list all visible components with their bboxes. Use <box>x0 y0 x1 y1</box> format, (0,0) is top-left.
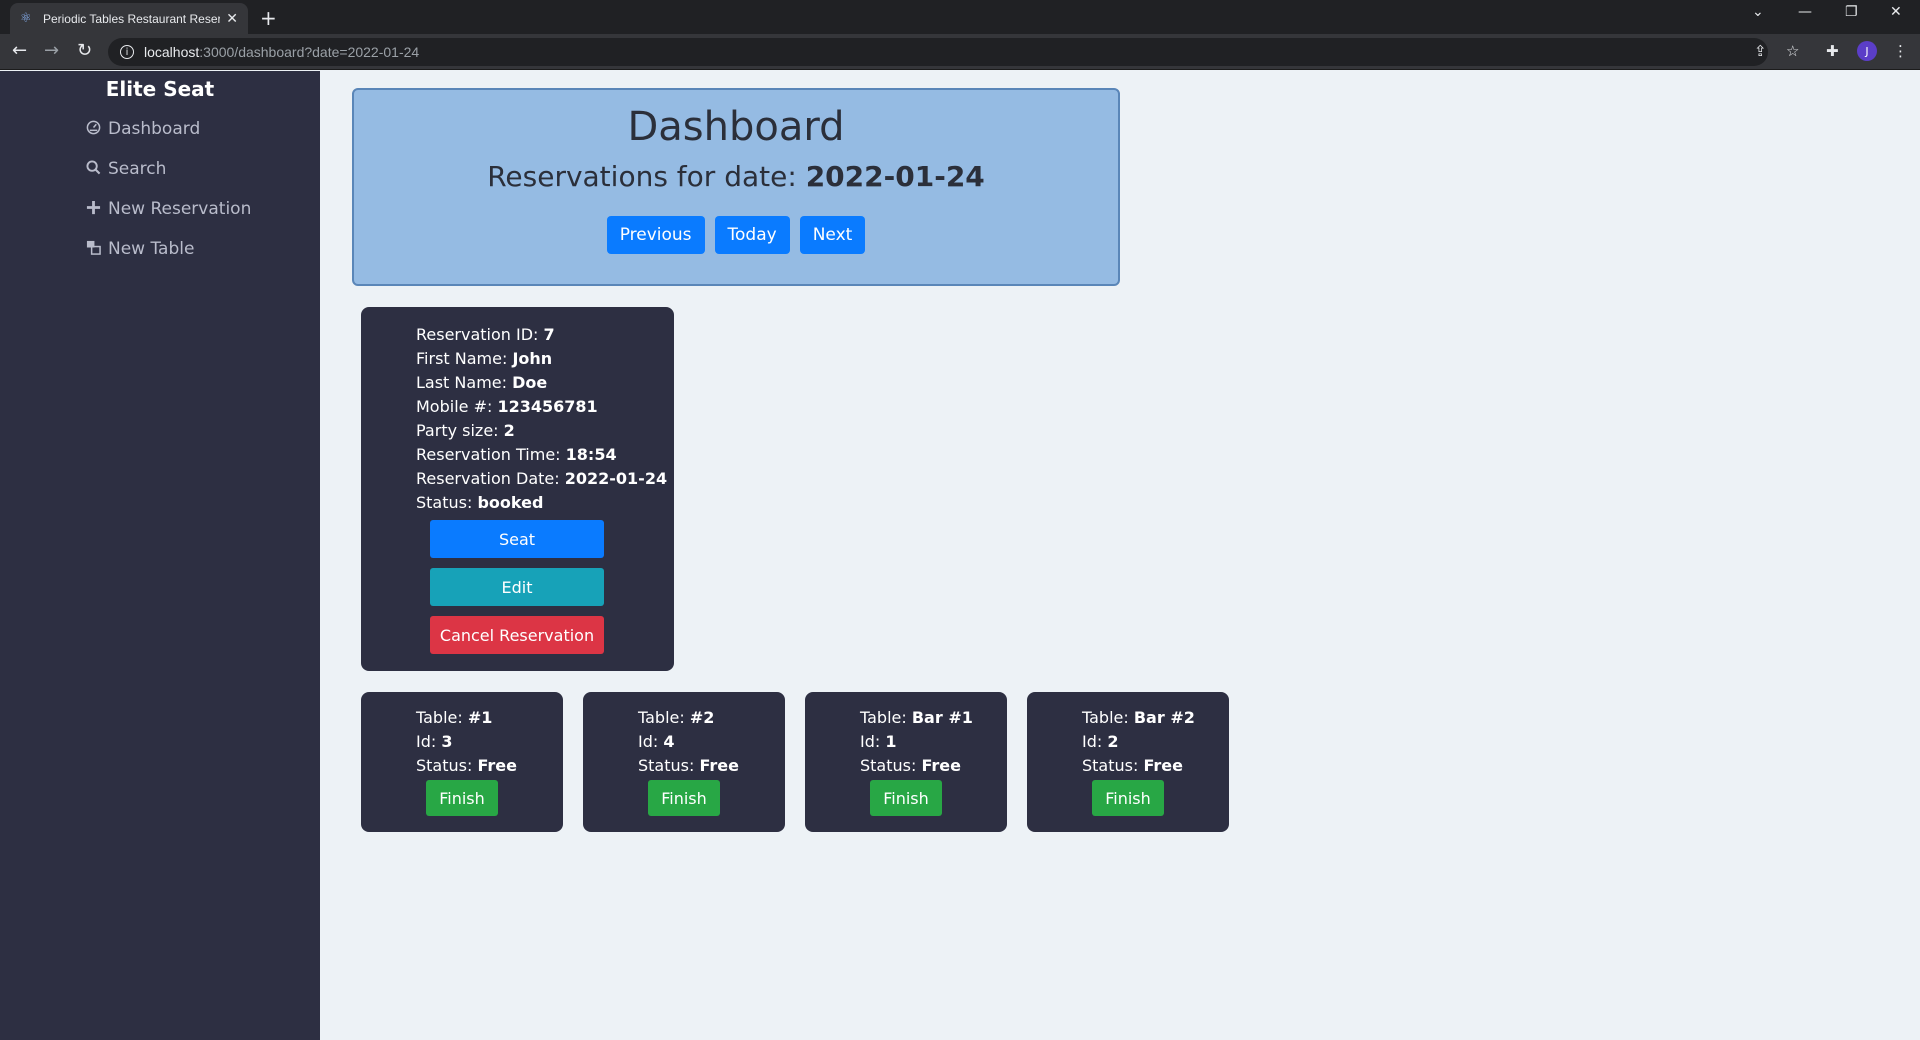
new-tab-icon[interactable]: + <box>260 6 277 30</box>
close-window-icon[interactable]: ✕ <box>1890 4 1902 20</box>
table-id-row: Id: 1 <box>860 732 897 751</box>
table-status-row: Status: Free <box>416 756 517 775</box>
close-tab-icon[interactable]: ✕ <box>226 11 238 27</box>
finish-button[interactable]: Finish <box>426 780 498 816</box>
bookmark-star-icon[interactable]: ☆ <box>1786 42 1799 60</box>
reservations-date-heading: Reservations for date: 2022-01-24 <box>487 160 985 193</box>
extensions-icon[interactable]: ✚ <box>1826 42 1839 60</box>
menu-icon[interactable]: ⋮ <box>1893 42 1908 60</box>
reservation-card: Reservation ID: 7 First Name: John Last … <box>361 307 674 671</box>
reload-icon[interactable]: ↻ <box>77 40 92 61</box>
table-status-row: Status: Free <box>860 756 961 775</box>
address-bar[interactable]: i localhost:3000/dashboard?date=2022-01-… <box>108 38 1768 66</box>
share-icon[interactable]: ⇪ <box>1754 42 1767 60</box>
table-id-row: Id: 3 <box>416 732 453 751</box>
reservation-details: Reservation ID: 7 First Name: John Last … <box>416 323 667 515</box>
table-details: Table: #1 Id: 3 Status: Free <box>416 706 517 778</box>
today-button[interactable]: Today <box>714 216 790 254</box>
app-page: Elite Seat Dashboard Search New Reservat… <box>0 71 1920 1040</box>
table-id-row: Id: 2 <box>1082 732 1119 751</box>
sidebar-item-label: Search <box>108 159 167 179</box>
tab-search-icon[interactable]: ⌄ <box>1752 4 1764 20</box>
search-icon <box>84 159 102 179</box>
table-status-row: Status: Free <box>638 756 739 775</box>
next-button[interactable]: Next <box>799 216 866 254</box>
url-text: localhost:3000/dashboard?date=2022-01-24 <box>144 44 420 60</box>
table-name-row: Table: Bar #2 <box>1082 708 1195 727</box>
party-size-row: Party size: 2 <box>416 421 515 440</box>
sidebar-item-new-reservation[interactable]: New Reservation <box>84 199 251 219</box>
table-card: Table: #1 Id: 3 Status: Free Finish <box>361 692 563 832</box>
table-name-row: Table: #1 <box>416 708 493 727</box>
status-badge: booked <box>477 493 544 512</box>
plus-icon <box>84 200 102 219</box>
finish-button[interactable]: Finish <box>648 780 720 816</box>
finish-button[interactable]: Finish <box>1092 780 1164 816</box>
table-details: Table: Bar #1 Id: 1 Status: Free <box>860 706 973 778</box>
react-favicon-icon: ⚛ <box>20 10 32 26</box>
sidebar-item-label: Dashboard <box>108 119 201 139</box>
restore-icon[interactable]: ❐ <box>1845 4 1858 20</box>
browser-tabstrip: ⚛ Periodic Tables Restaurant Reservation… <box>0 0 1920 34</box>
brand-title: Elite Seat <box>105 77 215 101</box>
table-details: Table: #2 Id: 4 Status: Free <box>638 706 739 778</box>
edit-button[interactable]: Edit <box>430 568 604 606</box>
back-icon[interactable]: ← <box>12 40 27 61</box>
table-status-row: Status: Free <box>1082 756 1183 775</box>
seat-button[interactable]: Seat <box>430 520 604 558</box>
table-name-row: Table: #2 <box>638 708 715 727</box>
sidebar-item-search[interactable]: Search <box>84 159 166 179</box>
sidebar-item-dashboard[interactable]: Dashboard <box>84 119 200 139</box>
table-card: Table: #2 Id: 4 Status: Free Finish <box>583 692 785 832</box>
table-card: Table: Bar #2 Id: 2 Status: Free Finish <box>1027 692 1229 832</box>
table-card: Table: Bar #1 Id: 1 Status: Free Finish <box>805 692 1007 832</box>
browser-toolbar: ← → ↻ i localhost:3000/dashboard?date=20… <box>0 34 1920 70</box>
site-info-icon[interactable]: i <box>120 45 134 59</box>
status-row: Status: booked <box>416 493 544 512</box>
table-name-row: Table: Bar #1 <box>860 708 973 727</box>
table-id-row: Id: 4 <box>638 732 675 751</box>
reservation-time-row: Reservation Time: 18:54 <box>416 445 617 464</box>
table-details: Table: Bar #2 Id: 2 Status: Free <box>1082 706 1195 778</box>
profile-avatar[interactable]: J <box>1857 41 1877 61</box>
main-content: Dashboard Reservations for date: 2022-01… <box>320 71 1920 1040</box>
current-date: 2022-01-24 <box>805 160 985 193</box>
sidebar-item-label: New Table <box>108 239 195 259</box>
first-name-row: First Name: John <box>416 349 553 368</box>
reservation-date-row: Reservation Date: 2022-01-24 <box>416 469 668 488</box>
page-title: Dashboard <box>627 104 845 150</box>
cancel-reservation-button[interactable]: Cancel Reservation <box>430 616 604 654</box>
minimize-icon[interactable]: — <box>1798 4 1812 20</box>
tab-title: Periodic Tables Restaurant Reservations <box>42 11 221 26</box>
dashboard-header: Dashboard Reservations for date: 2022-01… <box>352 88 1120 286</box>
sidebar-item-new-table[interactable]: New Table <box>84 239 194 259</box>
reservation-id-row: Reservation ID: 7 <box>416 325 555 344</box>
browser-tab[interactable]: ⚛ Periodic Tables Restaurant Reservation… <box>10 3 248 34</box>
mobile-row: Mobile #: 123456781 <box>416 397 598 416</box>
table-icon <box>84 240 102 259</box>
previous-button[interactable]: Previous <box>606 216 705 254</box>
sidebar: Elite Seat Dashboard Search New Reservat… <box>0 71 320 1040</box>
finish-button[interactable]: Finish <box>870 780 942 816</box>
forward-icon[interactable]: → <box>44 40 59 61</box>
dashboard-icon <box>84 120 102 139</box>
sidebar-item-label: New Reservation <box>108 199 252 219</box>
date-nav-buttons: Previous Today Next <box>354 216 1118 254</box>
last-name-row: Last Name: Doe <box>416 373 548 392</box>
